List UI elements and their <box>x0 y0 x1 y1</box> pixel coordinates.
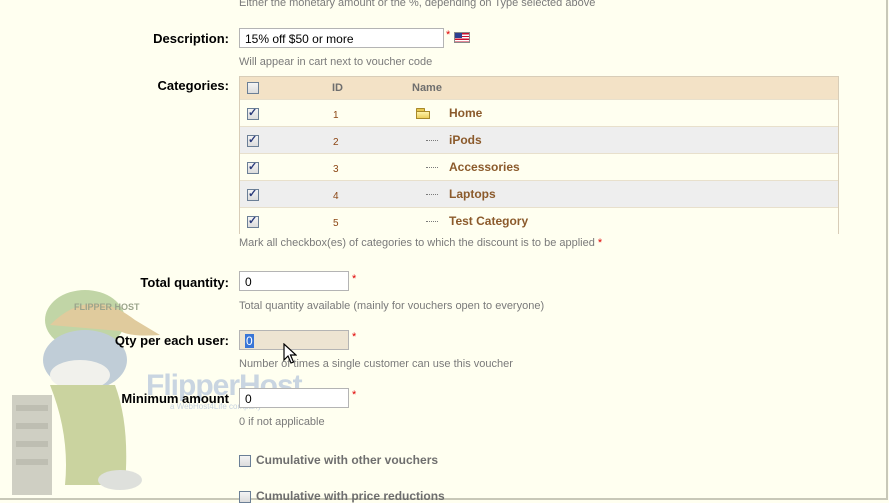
description-input[interactable]: 15% off $50 or more <box>239 28 444 48</box>
select-all-checkbox[interactable] <box>247 82 259 94</box>
category-checkbox[interactable] <box>247 106 259 120</box>
table-row[interactable]: 1 Home <box>240 99 838 126</box>
description-required-mark: * <box>446 29 451 41</box>
table-row[interactable]: 5 Test Category <box>240 207 838 234</box>
category-name[interactable]: Laptops <box>449 187 496 201</box>
cumulative-vouchers-checkbox[interactable] <box>239 455 251 467</box>
category-checkbox[interactable] <box>247 133 259 147</box>
total-quantity-required-mark: * <box>352 273 357 285</box>
qty-per-user-hint: Number of times a single customer can us… <box>239 358 513 370</box>
total-quantity-input[interactable]: 0 <box>239 271 349 291</box>
category-checkbox[interactable] <box>247 187 259 201</box>
category-name[interactable]: Home <box>449 106 482 120</box>
tree-connector <box>426 221 438 222</box>
category-id: 5 <box>333 218 339 229</box>
category-id: 2 <box>333 137 339 148</box>
column-header-name: Name <box>412 82 442 94</box>
mouse-cursor-icon <box>283 343 297 364</box>
column-header-id: ID <box>332 82 343 94</box>
description-hint: Will appear in cart next to voucher code <box>239 56 433 68</box>
qty-per-user-selected-value: 0 <box>245 334 254 348</box>
category-id: 3 <box>333 164 339 175</box>
minimum-amount-label: Minimum amount <box>121 391 229 406</box>
category-name[interactable]: Test Category <box>449 214 528 228</box>
total-quantity-label: Total quantity: <box>140 275 229 290</box>
cumulative-price-label[interactable]: Cumulative with price reductions <box>256 489 445 503</box>
category-id: 1 <box>333 110 339 121</box>
amount-hint: Either the monetary amount or the %, dep… <box>239 0 596 9</box>
table-row[interactable]: 3 Accessories <box>240 153 838 180</box>
category-checkbox[interactable] <box>247 214 259 228</box>
categories-required-mark: * <box>597 237 603 249</box>
category-checkbox[interactable] <box>247 160 259 174</box>
mascot-cap-text: FLIPPER HOST <box>74 302 140 312</box>
cumulative-vouchers-label[interactable]: Cumulative with other vouchers <box>256 453 438 467</box>
category-id: 4 <box>333 191 339 202</box>
us-flag-icon[interactable] <box>454 32 470 43</box>
cumulative-price-checkbox[interactable] <box>239 491 251 503</box>
minimum-amount-input[interactable]: 0 <box>239 388 349 408</box>
categories-hint: Mark all checkbox(es) of categories to w… <box>239 237 602 249</box>
description-label: Description: <box>153 31 229 46</box>
tree-connector <box>426 194 438 195</box>
total-quantity-hint: Total quantity available (mainly for vou… <box>239 300 545 312</box>
categories-table: ID Name 1 Home 2 iPods 3 Accessories 4 L… <box>239 76 839 234</box>
categories-table-header: ID Name <box>240 77 838 99</box>
minimum-amount-hint: 0 if not applicable <box>239 416 325 428</box>
categories-hint-text: Mark all checkbox(es) of categories to w… <box>239 237 595 249</box>
tree-connector <box>426 140 438 141</box>
minimum-amount-required-mark: * <box>352 389 357 401</box>
category-name[interactable]: iPods <box>449 133 482 147</box>
qty-per-user-required-mark: * <box>352 331 357 343</box>
table-row[interactable]: 2 iPods <box>240 126 838 153</box>
categories-label: Categories: <box>157 78 229 93</box>
folder-icon <box>416 108 431 119</box>
qty-per-user-label: Qty per each user: <box>114 333 229 348</box>
table-row[interactable]: 4 Laptops <box>240 180 838 207</box>
category-name[interactable]: Accessories <box>449 160 520 174</box>
tree-connector <box>426 167 438 168</box>
